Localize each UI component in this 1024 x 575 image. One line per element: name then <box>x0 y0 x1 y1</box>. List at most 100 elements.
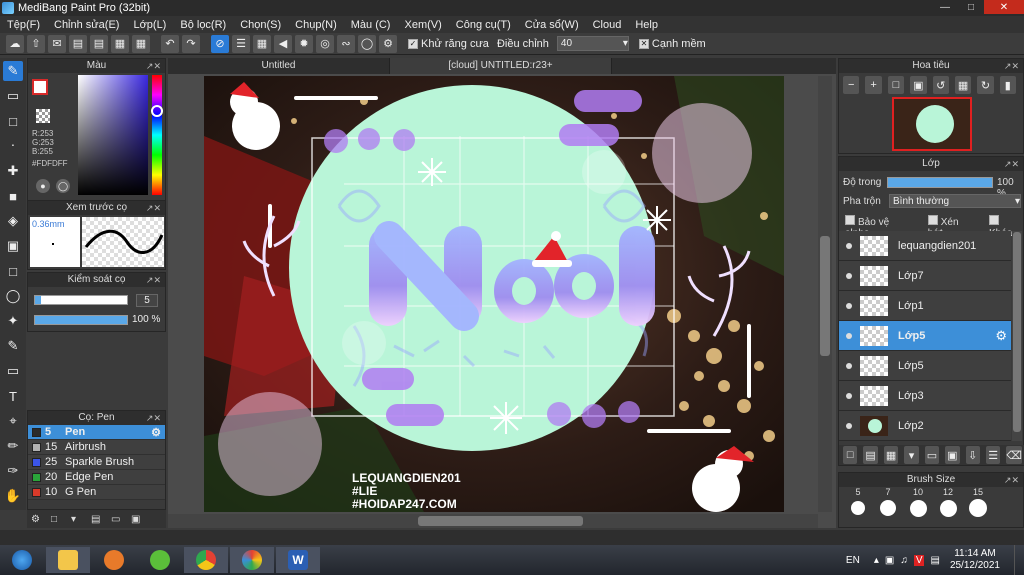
start-button[interactable] <box>0 547 44 573</box>
swap-icon[interactable]: ◯ <box>56 179 70 193</box>
menu-color[interactable]: Màu (C) <box>344 19 398 31</box>
palette-icon[interactable]: ● <box>36 179 50 193</box>
menu-edit[interactable]: Chỉnh sửa(E) <box>47 19 126 31</box>
vanishing-snap-icon[interactable]: ◀ <box>274 34 292 53</box>
rect-select-tool-icon[interactable]: □ <box>3 111 23 131</box>
pen-tool-icon[interactable]: ✑ <box>3 461 23 481</box>
hue-slider[interactable] <box>152 75 162 195</box>
checkbox-icon[interactable] <box>845 215 855 225</box>
taskbar-app-explorer[interactable] <box>46 547 90 573</box>
show-desktop-button[interactable] <box>1014 545 1024 575</box>
panel-options-icon[interactable]: ↗✕ <box>146 411 161 425</box>
tray-app-icon[interactable]: ▣ <box>885 555 894 566</box>
brush-size-option[interactable]: 15 <box>963 487 993 517</box>
taskbar-app-chrome[interactable] <box>184 547 228 573</box>
rotate-right-icon[interactable]: ↻ <box>977 76 994 94</box>
filter-icon[interactable]: ▦ <box>132 34 150 53</box>
brush-item[interactable]: 5 Pen ⚙ <box>28 425 165 440</box>
grid-icon[interactable]: ▦ <box>111 34 129 53</box>
menu-cloud[interactable]: Cloud <box>586 19 629 31</box>
visibility-icon[interactable] <box>846 362 852 369</box>
brush-menu-icon[interactable]: ▾ <box>71 514 85 525</box>
scroll-thumb[interactable] <box>820 236 830 356</box>
new-layer-icon[interactable]: □ <box>843 446 858 464</box>
visibility-icon[interactable] <box>846 302 852 309</box>
comment-icon[interactable]: ✉ <box>48 34 66 53</box>
select-pen-icon[interactable]: ✎ <box>3 336 23 356</box>
layer-item[interactable]: lequangdien201 <box>839 231 1011 261</box>
panel-options-icon[interactable]: ↗✕ <box>1004 59 1019 73</box>
taskbar-app-media[interactable] <box>92 547 136 573</box>
speaker-icon[interactable]: ♫ <box>900 555 908 566</box>
layer-opacity-slider[interactable] <box>887 177 993 188</box>
cloud-icon[interactable]: ☁ <box>6 34 24 53</box>
select-eraser-icon[interactable]: ▭ <box>3 361 23 381</box>
zoom-in-icon[interactable]: + <box>865 76 882 94</box>
magic-wand-icon[interactable]: ✦ <box>3 311 23 331</box>
brush-size-slider[interactable] <box>34 295 128 305</box>
cross-snap-icon[interactable]: ▦ <box>253 34 271 53</box>
checkbox-icon[interactable]: ✓ <box>408 38 418 49</box>
layer-settings-icon[interactable]: ☰ <box>985 446 1001 464</box>
layer-item[interactable]: Lớp5 <box>839 351 1011 381</box>
visibility-icon[interactable] <box>846 392 852 399</box>
blend-select[interactable]: Bình thường ▾ <box>889 194 1021 208</box>
taskbar-app-word[interactable]: W <box>276 547 320 573</box>
foreground-swatch[interactable] <box>32 79 48 95</box>
brush-item[interactable]: 25 Sparkle Brush <box>28 455 165 470</box>
merge-layer-icon[interactable]: ⇩ <box>965 446 980 464</box>
zoom-out-icon[interactable]: − <box>843 76 860 94</box>
minimize-button[interactable]: — <box>932 0 958 14</box>
eyedropper-tool-icon[interactable]: ✏ <box>3 436 23 456</box>
brush-size-option[interactable]: 10 <box>903 487 933 517</box>
folder-icon[interactable]: ▭ <box>111 514 125 525</box>
parallel-snap-icon[interactable]: ☰ <box>232 34 250 53</box>
checkbox-icon[interactable] <box>989 215 1000 225</box>
visibility-icon[interactable] <box>846 332 852 339</box>
transparent-swatch[interactable] <box>36 109 50 123</box>
new-halftone-layer-icon[interactable]: ▤ <box>863 446 878 464</box>
new-mono-layer-icon[interactable]: ▦ <box>883 446 899 464</box>
close-button[interactable]: ✕ <box>984 0 1024 14</box>
tab-cloud-untitled[interactable]: [cloud] UNTITLED:r23+ <box>390 58 612 74</box>
text-tool-icon[interactable]: T <box>3 386 23 406</box>
eraser-tool-icon[interactable]: ▭ <box>3 86 23 106</box>
divide-tool-icon[interactable]: ⌖ <box>3 411 23 431</box>
menu-view[interactable]: Xem(V) <box>397 19 448 31</box>
horizontal-scrollbar[interactable] <box>168 514 818 528</box>
fill-rect-tool-icon[interactable]: ■ <box>3 186 23 206</box>
document-icon[interactable]: ▤ <box>90 34 108 53</box>
taskbar-app-green[interactable] <box>138 547 182 573</box>
maximize-button[interactable]: □ <box>958 0 984 14</box>
visibility-icon[interactable] <box>846 422 852 429</box>
hue-handle[interactable] <box>151 105 163 117</box>
antialias-toggle[interactable]: ✓ Khử răng cưa <box>408 38 489 50</box>
layer-item[interactable]: Lớp1 <box>839 291 1011 321</box>
flip-icon[interactable]: ▮ <box>999 76 1016 94</box>
radial-snap-icon[interactable]: ✹ <box>295 34 313 53</box>
reset-icon[interactable]: ▦ <box>954 76 972 94</box>
brush-size-option[interactable]: 7 <box>873 487 903 517</box>
move-tool-icon[interactable]: ✚ <box>3 161 23 181</box>
panel-options-icon[interactable]: ↗✕ <box>1004 157 1019 171</box>
brush-size-option[interactable]: 5 <box>843 487 873 517</box>
panel-options-icon[interactable]: ↗✕ <box>1004 473 1019 487</box>
dot-tool-icon[interactable]: ⋅ <box>3 136 23 156</box>
panel-options-icon[interactable]: ↗✕ <box>146 59 161 73</box>
trash-icon[interactable]: ▣ <box>131 514 145 525</box>
menu-file[interactable]: Tệp(F) <box>0 19 47 31</box>
sharp-toggle[interactable]: ✕ Cạnh mềm <box>638 38 706 50</box>
navigator-thumbnail[interactable] <box>892 97 972 151</box>
menu-select[interactable]: Chọn(S) <box>233 19 288 31</box>
layer-item[interactable]: Lớp3 <box>839 381 1011 411</box>
scroll-thumb[interactable] <box>418 516 583 526</box>
artwork-canvas[interactable]: LEQUANGDIEN201 #LIE #HOIDAP247.COM <box>204 76 784 512</box>
gear-icon[interactable]: ⚙ <box>151 426 161 439</box>
fit-icon[interactable]: □ <box>887 76 905 94</box>
hand-tool-icon[interactable]: ✋ <box>3 486 23 506</box>
tab-untitled[interactable]: Untitled <box>168 58 390 74</box>
brush-tool-icon[interactable]: ✎ <box>3 61 23 81</box>
layer-scrollbar[interactable] <box>1012 231 1022 441</box>
rotate-left-icon[interactable]: ↺ <box>932 76 949 94</box>
share-icon[interactable]: ⇧ <box>27 34 45 53</box>
